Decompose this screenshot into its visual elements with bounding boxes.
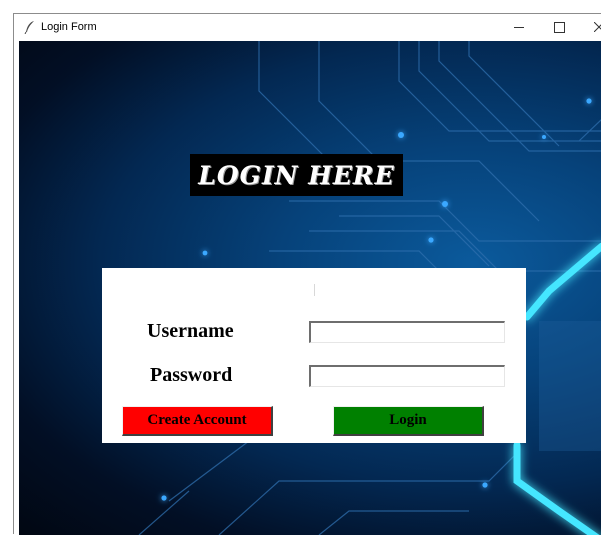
- username-label: Username: [147, 320, 234, 342]
- close-button[interactable]: [579, 14, 601, 40]
- login-window: Login Form LOGIN HERE Username Password …: [13, 13, 601, 535]
- window-title: Login Form: [41, 21, 97, 33]
- login-form-panel: Username Password Create Account Login: [102, 268, 526, 443]
- minimize-button[interactable]: [499, 14, 539, 40]
- password-label: Password: [150, 364, 233, 386]
- login-button[interactable]: Login: [333, 406, 484, 436]
- maximize-button[interactable]: [539, 14, 579, 40]
- login-heading: LOGIN HERE: [190, 154, 403, 196]
- username-input[interactable]: [309, 321, 505, 343]
- password-input[interactable]: [309, 365, 505, 387]
- feather-icon: [24, 21, 34, 34]
- form-canvas: LOGIN HERE Username Password Create Acco…: [19, 41, 601, 535]
- create-account-button[interactable]: Create Account: [122, 406, 273, 436]
- minimize-icon: [514, 26, 524, 28]
- title-bar[interactable]: Login Form: [14, 14, 601, 40]
- close-icon: [594, 22, 601, 32]
- maximize-icon: [553, 21, 565, 33]
- divider: [314, 284, 315, 296]
